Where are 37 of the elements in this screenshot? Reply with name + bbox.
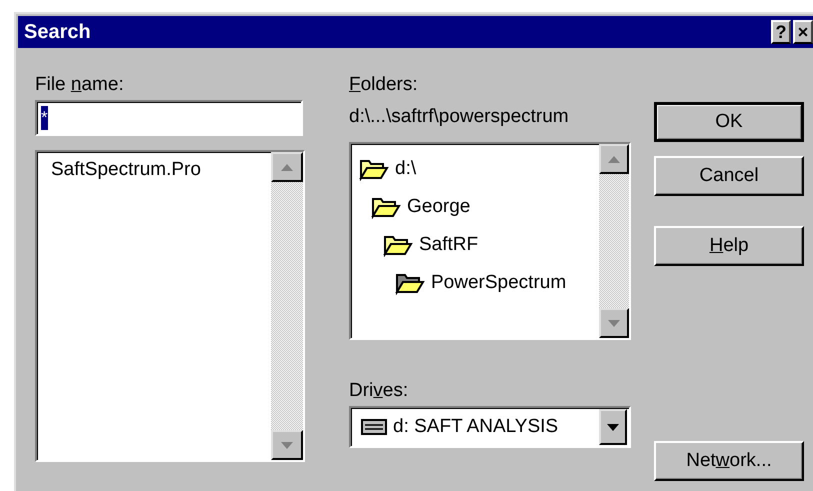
dialog-button[interactable]: Help <box>654 226 804 266</box>
scroll-up-button[interactable] <box>271 152 303 182</box>
file-list[interactable]: SaftSpectrum.Pro <box>35 150 305 462</box>
dialog-button[interactable]: Cancel <box>654 156 804 196</box>
drive-icon <box>361 419 387 435</box>
folders-label: Folders: <box>349 74 419 96</box>
open-folder-icon <box>383 233 413 257</box>
open-folder-icon <box>359 157 389 181</box>
folder-item[interactable]: George <box>359 188 599 226</box>
scroll-down-button[interactable] <box>271 430 303 460</box>
scroll-up-button[interactable] <box>599 144 629 174</box>
file-name-field[interactable]: * <box>35 100 303 136</box>
scroll-down-button[interactable] <box>599 308 629 338</box>
folder-item[interactable]: PowerSpectrum <box>359 264 599 302</box>
folder-item[interactable]: d:\ <box>359 150 599 188</box>
down-arrow-icon <box>281 442 293 448</box>
folder-tree[interactable]: d:\ George SaftRF PowerSpectrum <box>349 142 631 340</box>
dialog-button[interactable]: OK <box>654 102 804 142</box>
drive-value: d: SAFT ANALYSIS <box>393 414 560 439</box>
caret-icon <box>607 424 619 430</box>
window-title: Search <box>24 20 92 45</box>
file-item[interactable]: SaftSpectrum.Pro <box>49 158 203 182</box>
down-arrow-icon <box>608 320 620 326</box>
open-folder-icon <box>371 195 401 219</box>
file-name-value: * <box>41 106 48 130</box>
dialog-button[interactable]: Network... <box>654 441 804 481</box>
up-arrow-icon <box>281 164 293 170</box>
dropdown-arrow-button[interactable] <box>599 409 627 445</box>
open-folder-icon <box>395 271 425 295</box>
drives-label: Drives: <box>349 380 410 402</box>
file-name-label: File name: <box>35 74 125 96</box>
folder-item[interactable]: SaftRF <box>359 226 599 264</box>
up-arrow-icon <box>608 156 620 162</box>
close-button[interactable]: × <box>793 20 813 44</box>
drives-dropdown[interactable]: d: SAFT ANALYSIS <box>349 406 631 448</box>
help-button[interactable]: ? <box>771 20 791 44</box>
folder-path: d:\...\saftrf\powerspectrum <box>349 106 570 128</box>
